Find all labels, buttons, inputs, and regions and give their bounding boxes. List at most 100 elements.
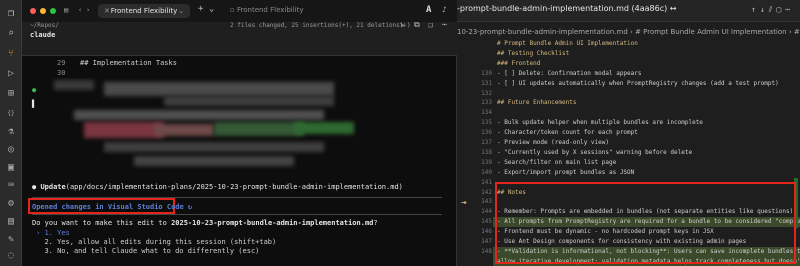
more-icon[interactable]: ⋯ <box>442 20 447 29</box>
diff-line-number: 30 <box>57 69 66 77</box>
code-line[interactable]: ## Testing Checklist <box>497 50 569 57</box>
terminal-window: ▤ ‹ › ✕ Frontend Flexibility ⌄ + ⌄ ▫ Fro… <box>22 0 457 266</box>
update-label: Update <box>40 183 66 191</box>
terminal-tab-label: Frontend Flexibility <box>110 7 178 15</box>
separator <box>32 214 442 215</box>
close-tab-icon[interactable]: ✕ <box>104 4 110 18</box>
terminal-window-icon: ▫ <box>230 6 237 14</box>
git-graph-icon[interactable]: ◎ <box>5 144 17 156</box>
line-number: 134 <box>481 109 492 117</box>
line-number: 132 <box>481 89 492 97</box>
terminal-titlebar: ▤ ‹ › ✕ Frontend Flexibility ⌄ + ⌄ ▫ Fro… <box>22 0 457 22</box>
terminal-tab[interactable]: ✕ Frontend Flexibility ⌄ <box>98 4 190 18</box>
cursor-block: ▌ <box>32 100 37 108</box>
window-title: ▫ Frontend Flexibility <box>230 6 304 14</box>
run-debug-icon[interactable]: ▷ <box>5 68 17 80</box>
repo-path: ~/Repos/ <box>30 22 59 29</box>
changes-summary: 2 files changed, 25 insertions(+), 21 de… <box>230 22 411 29</box>
edit-icon[interactable]: ✎ <box>5 234 17 246</box>
minimize-window-icon[interactable] <box>40 8 46 14</box>
source-control-icon[interactable]: ⑂ <box>5 48 17 60</box>
code-line[interactable]: - Bulk update helper when multiple bundl… <box>497 119 703 126</box>
diff-arrow-icon[interactable]: ⇥ <box>461 198 466 208</box>
diff-line-number: 29 <box>57 59 66 67</box>
option-cursor: › <box>36 229 41 237</box>
update-line: ● Update(app/docs/implementation-plans/2… <box>32 183 403 191</box>
code-editor: -prompt-bundle-admin-implementation.md (… <box>457 0 800 266</box>
code-line[interactable]: ### Frontend <box>497 60 540 67</box>
question-prefix: Do you want to make this edit to <box>32 219 172 227</box>
prev-change-icon[interactable]: ↑ <box>751 5 760 14</box>
new-tab-button[interactable]: + ⌄ <box>198 4 214 14</box>
line-number: 140 <box>481 168 492 176</box>
chevron-down-icon[interactable]: ⌄ <box>178 4 184 18</box>
copy-icon[interactable]: ⧉ <box>414 20 420 30</box>
option-yes[interactable]: › 1. Yes <box>36 229 70 237</box>
option-no-label: 3. No, and tell Claude what to do differ… <box>44 247 260 255</box>
settings-icon[interactable]: ⚙ <box>5 198 17 210</box>
bell-icon[interactable]: ♪ <box>442 5 447 14</box>
sidebar-toggle-icon[interactable]: ▤ <box>64 6 68 14</box>
code-line[interactable]: - Character/token count for each prompt <box>497 129 638 136</box>
code-line[interactable]: - Search/filter on main list page <box>497 159 616 166</box>
code-line[interactable]: - Preview mode (read-only view) <box>497 139 609 146</box>
breadcrumb[interactable]: 10-23-prompt-bundle-admin-implementation… <box>457 28 800 36</box>
pin-icon[interactable]: ⇲ <box>400 20 405 29</box>
code-line[interactable]: - [ ] UI updates automatically when Prom… <box>497 80 779 87</box>
line-number: 130 <box>481 69 492 77</box>
layout-icon[interactable]: ▢ <box>776 5 785 14</box>
maximize-window-icon[interactable] <box>50 8 56 14</box>
files-icon[interactable]: ❐ <box>5 8 17 20</box>
code-line[interactable]: # Prompt Bundle Admin UI Implementation <box>497 40 638 47</box>
more-icon[interactable]: ⋯ <box>785 5 794 14</box>
session-label: claude <box>30 31 56 39</box>
code-line[interactable]: - Export/import prompt bundles as JSON <box>497 169 634 176</box>
line-number: 131 <box>481 79 492 87</box>
update-path: (app/docs/implementation-plans/2025-10-2… <box>65 183 403 191</box>
line-number: 133 <box>481 99 492 107</box>
highlight-box-notes <box>495 182 796 264</box>
diff-line-text: ## Implementation Tasks <box>80 59 177 67</box>
ai-assist-icon[interactable]: A <box>426 5 431 15</box>
editor-tabbar: -prompt-bundle-admin-implementation.md (… <box>457 0 800 22</box>
json-icon[interactable]: {} <box>5 108 17 120</box>
testing-icon[interactable]: ⚗ <box>5 126 17 138</box>
option-marker <box>36 247 40 255</box>
terminal-icon[interactable]: ⌨ <box>5 180 17 192</box>
opened-changes-link[interactable]: Opened changes in Visual Studio Code ↻ <box>32 203 192 211</box>
pixelated-diff-content <box>44 78 356 174</box>
window-title-text: Frontend Flexibility <box>236 6 304 14</box>
question-suffix: ? <box>373 219 378 227</box>
line-number: 139 <box>481 158 492 166</box>
option-marker <box>36 238 40 246</box>
editor-actions: ↑↓⫽▢⋯ <box>751 5 794 15</box>
option-no[interactable]: 3. No, and tell Claude what to do differ… <box>36 247 259 255</box>
option-yes-all[interactable]: 2. Yes, allow all edits during this sess… <box>36 238 276 246</box>
status-dot: ● <box>32 86 37 94</box>
code-line[interactable]: - "Currently used by X sessions" warning… <box>497 149 692 156</box>
copy-output-icon[interactable]: ❏ <box>428 20 433 29</box>
book-icon[interactable]: ▤ <box>5 216 17 228</box>
code-line[interactable]: - [ ] Delete: Confirmation modal appears <box>497 70 642 77</box>
line-number: 147 <box>481 238 492 245</box>
search-icon[interactable]: ⌕ <box>5 28 17 40</box>
line-number: 137 <box>481 139 492 146</box>
option-yes-all-label: 2. Yes, allow all edits during this sess… <box>44 238 277 246</box>
line-number: 138 <box>481 148 492 156</box>
back-icon[interactable]: ‹ <box>78 6 82 14</box>
line-number: 141 <box>481 178 492 186</box>
line-number: 136 <box>481 129 492 137</box>
extensions-icon[interactable]: ⊞ <box>5 88 17 100</box>
question-file: 2025-10-23-prompt-bundle-admin-implement… <box>171 219 374 227</box>
line-number: 135 <box>481 119 492 127</box>
line-number: 142 <box>481 188 492 196</box>
line-number: 146 <box>481 228 492 236</box>
line-number: 148 <box>481 247 492 255</box>
box-icon[interactable]: ▣ <box>5 162 17 174</box>
code-line[interactable]: ## Future Enhancements <box>497 99 576 106</box>
forward-icon[interactable]: › <box>86 6 90 14</box>
editor-tab[interactable]: -prompt-bundle-admin-implementation.md (… <box>457 4 676 13</box>
next-change-icon[interactable]: ↓ <box>760 5 769 14</box>
close-window-icon[interactable] <box>30 8 36 14</box>
chat-icon[interactable]: ◌ <box>5 250 17 262</box>
